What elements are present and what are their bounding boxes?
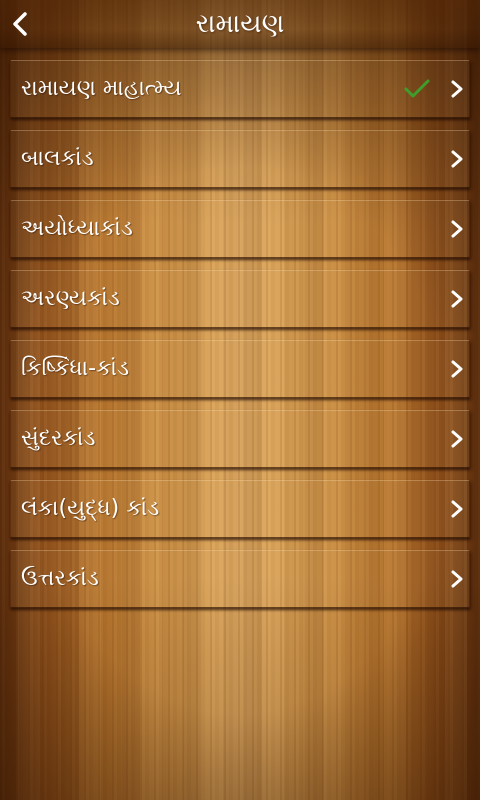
page-title: રામાયણ (195, 9, 285, 39)
chevron-left-icon (13, 12, 27, 36)
list-item[interactable]: અરણ્યકાંડ (10, 270, 470, 328)
app-screen: રામાયણ રામાયણ માહાત્મ્ય બાલકાંડ અયોધ્યાક… (0, 0, 480, 800)
list-item[interactable]: સુંદરકાંડ (10, 410, 470, 468)
list-item[interactable]: લંકા(યુદ્ધ) કાંડ (10, 480, 470, 538)
list-item[interactable]: રામાયણ માહાત્મ્ય (10, 60, 470, 118)
chevron-right-icon (447, 569, 467, 589)
chevron-right-icon (447, 359, 467, 379)
list-item-label: સુંદરકાંડ (21, 426, 96, 451)
list-item-label: લંકા(યુદ્ધ) કાંડ (21, 496, 160, 521)
chevron-right-icon (447, 219, 467, 239)
app-header: રામાયણ (0, 0, 480, 48)
list-item-label: રામાયણ માહાત્મ્ય (21, 76, 182, 101)
chevron-right-icon (447, 289, 467, 309)
list-item[interactable]: અયોધ્યાકાંડ (10, 200, 470, 258)
list-item-label: કિષ્કિંધા-કાંડ (21, 356, 130, 381)
list-item[interactable]: બાલકાંડ (10, 130, 470, 188)
chevron-right-icon (447, 79, 467, 99)
list-item-label: અયોધ્યાકાંડ (21, 216, 133, 241)
chevron-right-icon (447, 499, 467, 519)
chevron-right-icon (447, 429, 467, 449)
back-button[interactable] (8, 8, 32, 40)
list-item-label: ઉત્તરકાંડ (21, 566, 99, 591)
list-item-label: અરણ્યકાંડ (21, 286, 120, 311)
chevron-right-icon (447, 149, 467, 169)
check-icon (403, 77, 431, 101)
chapter-list: રામાયણ માહાત્મ્ય બાલકાંડ અયોધ્યાકાંડ અરણ… (10, 60, 470, 620)
list-item[interactable]: કિષ્કિંધા-કાંડ (10, 340, 470, 398)
list-item[interactable]: ઉત્તરકાંડ (10, 550, 470, 608)
list-item-label: બાલકાંડ (21, 146, 94, 171)
